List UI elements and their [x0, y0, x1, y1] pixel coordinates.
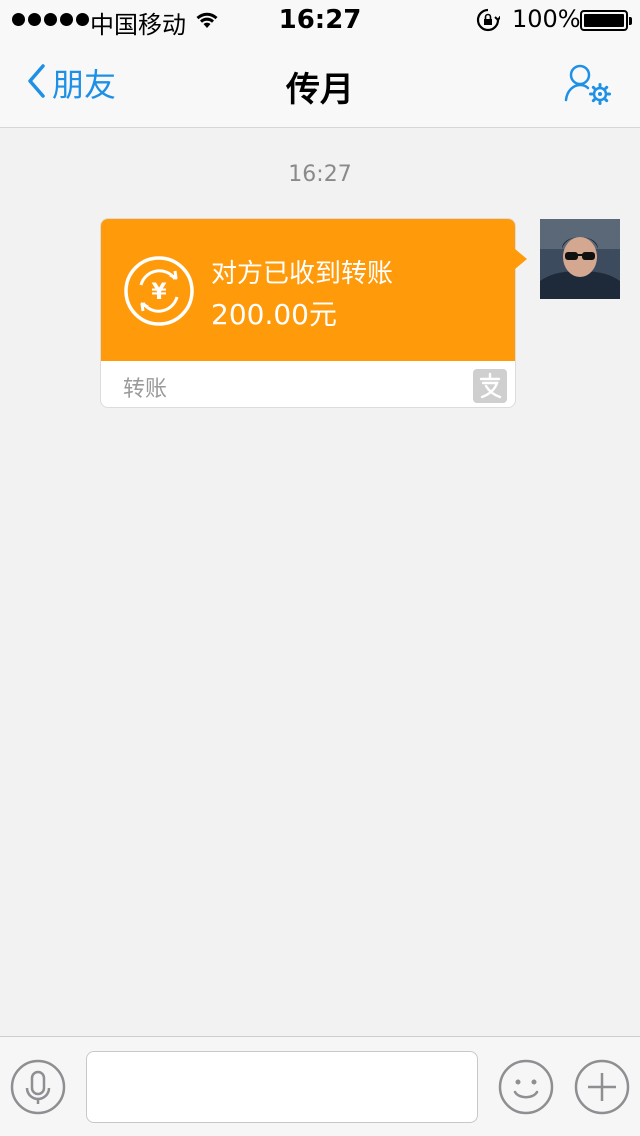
- transfer-message-card[interactable]: ¥ 对方已收到转账 200.00元 转账: [100, 218, 527, 408]
- voice-input-button[interactable]: [10, 1059, 66, 1119]
- plus-icon: [574, 1059, 630, 1119]
- profile-settings-button[interactable]: [562, 62, 614, 112]
- battery-icon: [580, 10, 632, 31]
- rotation-lock-icon: [476, 8, 502, 38]
- status-bar: 中国移动 16:27 100%: [0, 0, 640, 40]
- more-options-button[interactable]: [574, 1059, 630, 1119]
- transfer-amount: 200.00元: [211, 298, 337, 331]
- microphone-icon: [10, 1059, 66, 1119]
- page-title: 传月: [286, 70, 354, 110]
- user-settings-icon: [562, 64, 614, 112]
- message-input-bar: [0, 1036, 640, 1136]
- bubble-tail: [515, 249, 527, 269]
- svg-text:¥: ¥: [151, 280, 167, 305]
- transfer-coin-icon: ¥: [123, 255, 195, 331]
- alipay-icon: [473, 369, 507, 407]
- battery-percent: 100%: [512, 5, 581, 33]
- emoji-button[interactable]: [498, 1059, 554, 1119]
- message-timestamp: 16:27: [288, 162, 352, 187]
- message-text-input[interactable]: [86, 1051, 478, 1123]
- transfer-type-label: 转账: [123, 377, 168, 402]
- smiley-icon: [498, 1059, 554, 1119]
- avatar[interactable]: [540, 219, 620, 299]
- navigation-bar: 朋友 传月: [0, 40, 640, 128]
- transfer-status-text: 对方已收到转账: [211, 259, 394, 289]
